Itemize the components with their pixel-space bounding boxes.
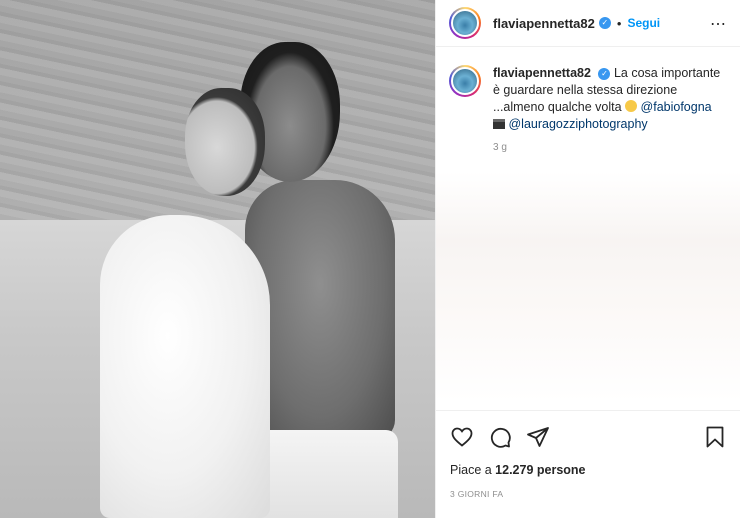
avatar[interactable]: [449, 7, 481, 39]
share-icon[interactable]: [526, 425, 550, 449]
caption-username[interactable]: flaviapennetta82: [493, 66, 591, 80]
more-options-icon[interactable]: ⋯: [710, 14, 727, 34]
clapperboard-icon: [493, 119, 505, 129]
caption-line3: ...almeno qualche volta: [493, 100, 622, 114]
photo-man-pants: [258, 430, 398, 518]
caption-verified-icon: ✓: [598, 68, 611, 80]
heart-icon[interactable]: [450, 425, 474, 449]
caption-line1: La cosa importante: [613, 66, 721, 80]
verified-icon: ✓: [598, 17, 611, 29]
caption-age[interactable]: 3 g: [493, 142, 728, 153]
bookmark-icon[interactable]: [703, 425, 727, 449]
post-side-panel: flaviapennetta82 ✓ • Segui ⋯ flaviapenne…: [435, 0, 740, 518]
likes-number[interactable]: 12.279 persone: [495, 463, 585, 477]
instagram-post: flaviapennetta82 ✓ • Segui ⋯ flaviapenne…: [0, 0, 740, 518]
caption-area: flaviapennetta82 ✓ La cosa importante è …: [436, 47, 740, 402]
photo-woman-dress: [100, 215, 270, 518]
likes-prefix: Piace a: [450, 463, 496, 477]
caption-line2: è guardare nella stessa direzione: [493, 83, 678, 97]
actions-bar: Piace a 12.279 persone 3 GIORNI FA: [436, 410, 740, 518]
mention-lauragozziphotography[interactable]: @lauragozziphotography: [508, 117, 647, 131]
photo-woman-head: [185, 88, 265, 196]
mention-fabiofogna[interactable]: @fabiofogna: [641, 100, 712, 114]
comments-blurred: [436, 172, 740, 402]
caption-avatar[interactable]: [449, 65, 481, 97]
header-username[interactable]: flaviapennetta82: [493, 16, 595, 31]
post-photo[interactable]: [0, 0, 435, 518]
separator-dot: •: [616, 15, 622, 31]
likes-count[interactable]: Piace a 12.279 persone: [450, 463, 586, 477]
follow-button[interactable]: Segui: [627, 16, 660, 30]
laughing-emoji-icon: [625, 100, 638, 112]
comment-icon[interactable]: [488, 425, 512, 449]
post-timestamp[interactable]: 3 GIORNI FA: [450, 489, 503, 499]
caption-text: flaviapennetta82 ✓ La cosa importante è …: [493, 65, 723, 133]
post-header: flaviapennetta82 ✓ • Segui ⋯: [436, 0, 740, 47]
